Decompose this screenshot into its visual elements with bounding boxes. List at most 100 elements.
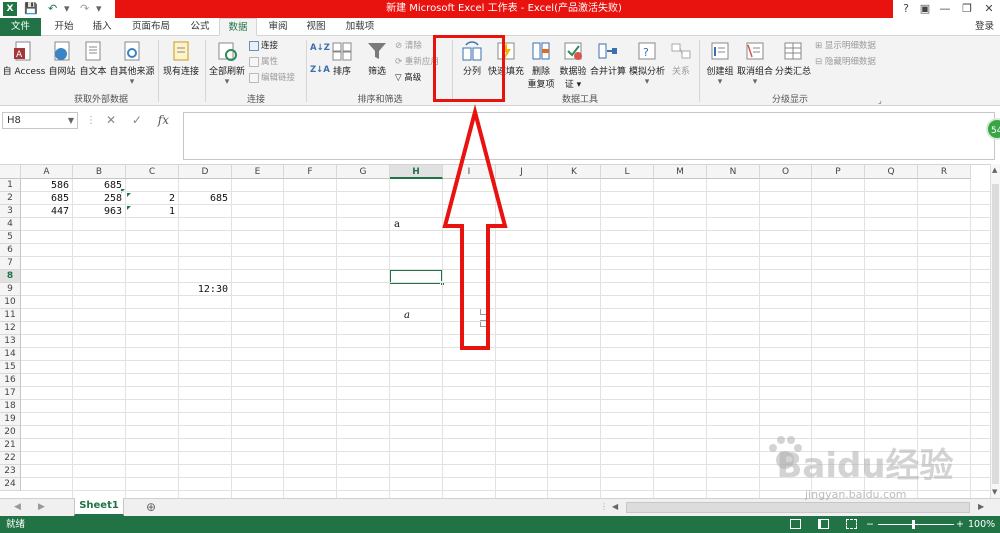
show-detail-button[interactable]: ⊞ 显示明细数据	[815, 40, 876, 53]
scroll-left-icon[interactable]: ◀	[612, 502, 618, 511]
data-validation-button[interactable]: 数据验证 ▾	[557, 38, 589, 90]
edit-links-button[interactable]: 编辑链接	[249, 72, 295, 85]
tab-formulas[interactable]: 公式	[182, 18, 218, 36]
sheet-tab-sheet1[interactable]: Sheet1	[74, 498, 124, 516]
scroll-down-icon[interactable]: ▼	[992, 488, 997, 496]
row-header-18[interactable]: 18	[0, 400, 21, 413]
page-layout-view-icon[interactable]	[818, 519, 829, 529]
row-header-12[interactable]: 12	[0, 322, 21, 335]
from-access-button[interactable]: A 自 Access	[2, 38, 46, 90]
row-header-2[interactable]: 2	[0, 192, 21, 205]
row-header-17[interactable]: 17	[0, 387, 21, 400]
select-all-corner[interactable]	[0, 165, 21, 179]
normal-view-icon[interactable]	[790, 519, 801, 529]
tab-data[interactable]: 数据	[219, 18, 257, 36]
redo-icon[interactable]: ↷	[80, 2, 89, 16]
group-button[interactable]: 创建组 ▾	[703, 38, 737, 90]
remove-duplicates-button[interactable]: 删除 重复项	[527, 38, 555, 90]
hide-detail-button[interactable]: ⊟ 隐藏明细数据	[815, 56, 876, 69]
row-header-13[interactable]: 13	[0, 335, 21, 348]
tab-file[interactable]: 文件	[0, 18, 41, 36]
tab-insert[interactable]: 插入	[84, 18, 120, 36]
column-header-q[interactable]: Q	[865, 165, 918, 179]
row-header-23[interactable]: 23	[0, 465, 21, 478]
column-header-k[interactable]: K	[548, 165, 601, 179]
help-button[interactable]: ?	[897, 1, 915, 17]
column-header-e[interactable]: E	[232, 165, 284, 179]
column-header-d[interactable]: D	[179, 165, 232, 179]
scroll-right-icon[interactable]: ▶	[978, 502, 984, 511]
refresh-all-button[interactable]: 全部刷新 ▾	[207, 38, 247, 90]
column-header-o[interactable]: O	[760, 165, 812, 179]
zoom-slider-thumb[interactable]	[912, 520, 915, 529]
filter-button[interactable]: 筛选	[362, 38, 392, 90]
column-header-l[interactable]: L	[601, 165, 654, 179]
row-header-6[interactable]: 6	[0, 244, 21, 257]
column-header-c[interactable]: C	[126, 165, 179, 179]
close-button[interactable]: ✕	[980, 1, 998, 17]
advanced-filter-button[interactable]: ▽ 高级	[395, 72, 421, 85]
what-if-analysis-button[interactable]: ? 模拟分析 ▾	[627, 38, 667, 90]
save-icon[interactable]: 💾	[24, 2, 38, 16]
from-other-sources-button[interactable]: 自其他来源 ▾	[108, 38, 156, 90]
undo-icon[interactable]: ↶	[48, 2, 57, 16]
subtotal-button[interactable]: 分类汇总	[773, 38, 813, 90]
existing-connections-button[interactable]: 现有连接	[160, 38, 202, 90]
properties-button[interactable]: 属性	[249, 56, 278, 69]
zoom-level[interactable]: 100%	[968, 516, 995, 533]
row-header-14[interactable]: 14	[0, 348, 21, 361]
column-header-f[interactable]: F	[284, 165, 337, 179]
zoom-out-button[interactable]: −	[866, 516, 874, 533]
error-indicator-icon[interactable]	[127, 206, 131, 210]
row-header-11[interactable]: 11	[0, 309, 21, 322]
page-break-view-icon[interactable]	[846, 519, 857, 529]
column-header-a[interactable]: A	[21, 165, 73, 179]
formula-input[interactable]	[183, 112, 995, 160]
next-sheet-icon[interactable]: ▶	[38, 502, 45, 512]
tab-page-layout[interactable]: 页面布局	[122, 18, 180, 36]
zoom-in-button[interactable]: +	[956, 516, 964, 533]
from-text-button[interactable]: 自文本	[78, 38, 108, 90]
tab-split-dots-icon[interactable]: ⋮	[600, 502, 608, 511]
row-header-7[interactable]: 7	[0, 257, 21, 270]
row-header-3[interactable]: 3	[0, 205, 21, 218]
name-box-dropdown-icon[interactable]: ▼	[68, 113, 74, 128]
cancel-formula-icon[interactable]: ✕	[106, 113, 116, 127]
zoom-slider[interactable]	[878, 524, 954, 525]
consolidate-button[interactable]: 合并计算	[590, 38, 626, 90]
row-header-21[interactable]: 21	[0, 439, 21, 452]
row-header-22[interactable]: 22	[0, 452, 21, 465]
row-header-19[interactable]: 19	[0, 413, 21, 426]
confirm-formula-icon[interactable]: ✓	[132, 113, 142, 127]
row-header-9[interactable]: 9	[0, 283, 21, 296]
scroll-up-icon[interactable]: ▲	[992, 166, 997, 174]
column-header-h[interactable]: H	[390, 165, 443, 179]
row-header-16[interactable]: 16	[0, 374, 21, 387]
tab-view[interactable]: 视图	[298, 18, 334, 36]
column-header-r[interactable]: R	[918, 165, 971, 179]
clear-filter-button[interactable]: ⊘ 清除	[395, 40, 422, 53]
column-header-g[interactable]: G	[337, 165, 390, 179]
sort-button[interactable]: 排序	[327, 38, 357, 90]
vertical-scroll-thumb[interactable]	[992, 184, 999, 484]
customize-qat-icon[interactable]: ▾	[96, 2, 102, 16]
row-header-4[interactable]: 4	[0, 218, 21, 231]
vertical-scrollbar[interactable]: ▲ ▼	[990, 164, 1000, 498]
name-box[interactable]: H8 ▼	[2, 112, 78, 129]
connections-button[interactable]: 连接	[249, 40, 278, 53]
column-header-n[interactable]: N	[707, 165, 760, 179]
row-header-15[interactable]: 15	[0, 361, 21, 374]
column-header-b[interactable]: B	[73, 165, 126, 179]
from-web-button[interactable]: 自网站	[46, 38, 78, 90]
row-header-8[interactable]: 8	[0, 270, 21, 283]
relationships-button[interactable]: 关系	[668, 38, 694, 90]
row-header-1[interactable]: 1	[0, 179, 21, 192]
login-link[interactable]: 登录	[975, 18, 994, 36]
column-header-p[interactable]: P	[812, 165, 865, 179]
tab-review[interactable]: 审阅	[260, 18, 296, 36]
ribbon-display-icon[interactable]: ▣	[916, 1, 934, 17]
restore-button[interactable]: ❐	[958, 1, 976, 17]
prev-sheet-icon[interactable]: ◀	[14, 502, 21, 512]
error-indicator-icon[interactable]	[127, 193, 131, 197]
add-sheet-icon[interactable]: ⊕	[146, 500, 156, 514]
